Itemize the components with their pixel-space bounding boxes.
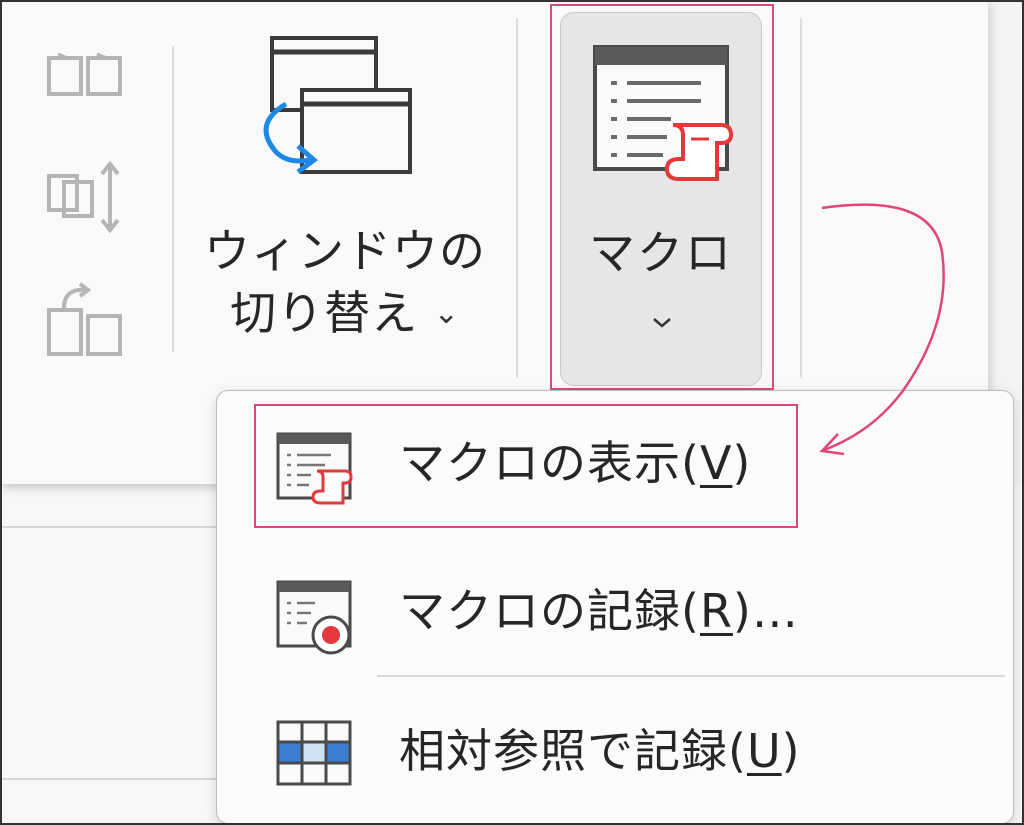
annotation-arrow [819, 203, 945, 456]
screenshot-frame: ウィンドウの 切り替え ⌄ マクロ マクロの表示(V) マクロの記録(R)… 相… [0, 0, 1024, 825]
